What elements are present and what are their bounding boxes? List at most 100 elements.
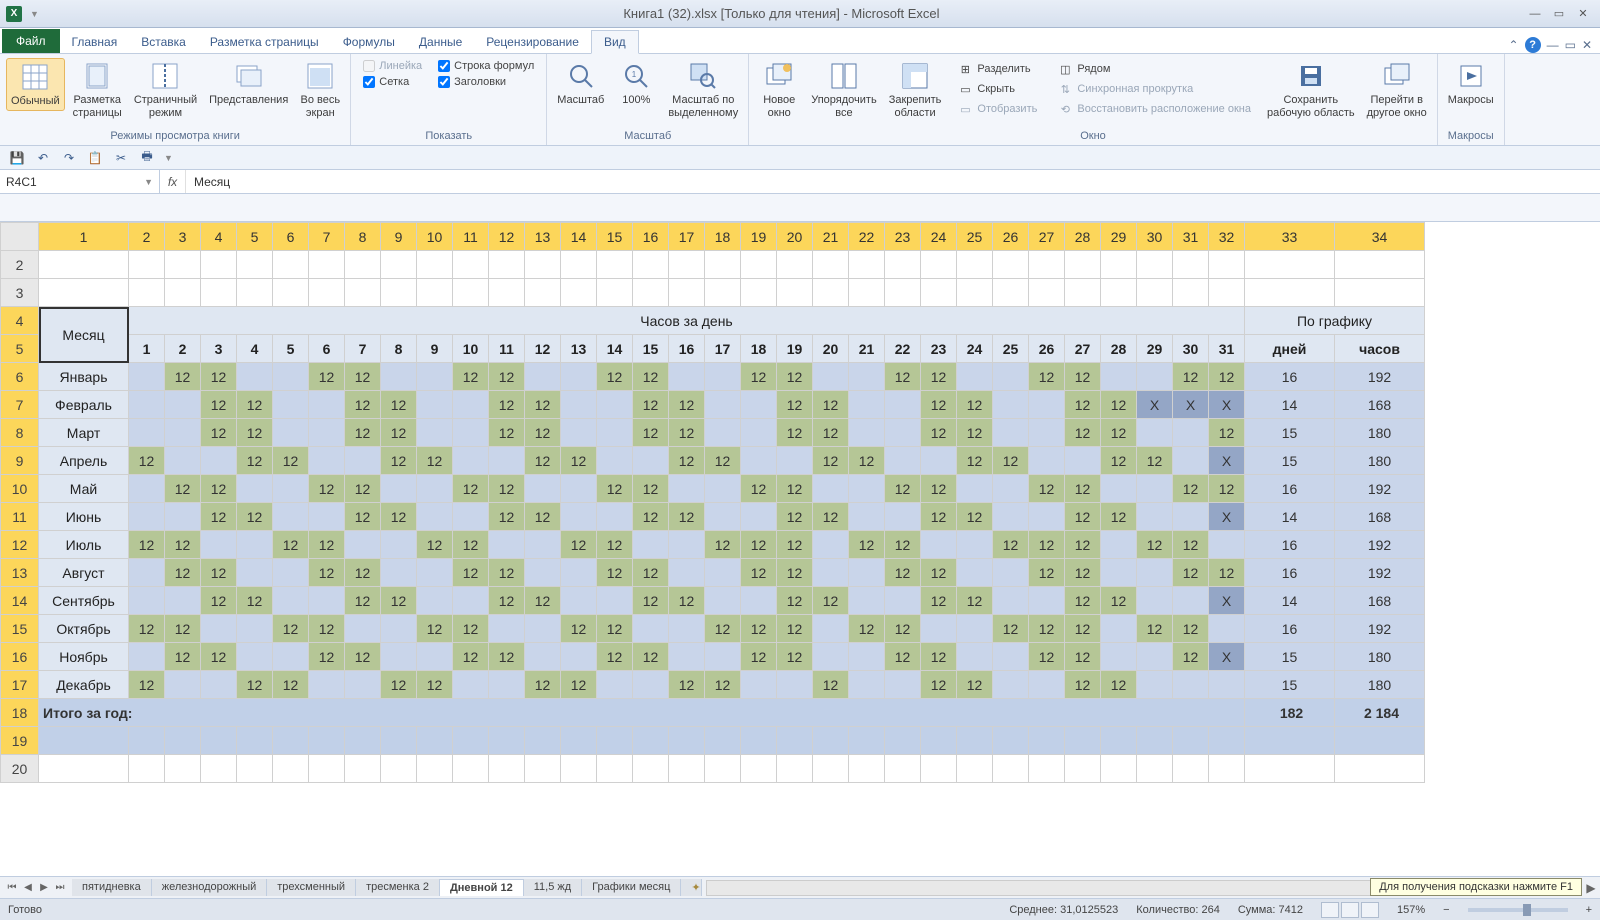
- data-cell[interactable]: 12: [489, 559, 525, 587]
- data-cell[interactable]: 12: [1065, 363, 1101, 391]
- data-cell[interactable]: 12: [921, 363, 957, 391]
- data-cell[interactable]: [1137, 643, 1173, 671]
- cell[interactable]: [1065, 727, 1101, 755]
- data-cell[interactable]: 12: [957, 447, 993, 475]
- data-cell[interactable]: [597, 391, 633, 419]
- data-cell[interactable]: [669, 475, 705, 503]
- data-cell[interactable]: [273, 559, 309, 587]
- col-header[interactable]: 31: [1173, 223, 1209, 251]
- data-cell[interactable]: 12: [309, 531, 345, 559]
- data-cell[interactable]: 12: [1029, 559, 1065, 587]
- row-header[interactable]: 14: [1, 587, 39, 615]
- data-cell[interactable]: [921, 531, 957, 559]
- data-cell[interactable]: 12: [885, 559, 921, 587]
- data-cell[interactable]: [561, 503, 597, 531]
- col-header[interactable]: 32: [1209, 223, 1245, 251]
- data-cell[interactable]: 12: [1101, 671, 1137, 699]
- data-cell[interactable]: 12: [813, 391, 849, 419]
- save-icon[interactable]: 💾: [8, 149, 26, 167]
- cell[interactable]: [489, 755, 525, 783]
- data-cell[interactable]: [237, 559, 273, 587]
- cell[interactable]: [813, 755, 849, 783]
- day-header[interactable]: 27: [1065, 335, 1101, 363]
- data-cell[interactable]: [417, 503, 453, 531]
- day-header[interactable]: 3: [201, 335, 237, 363]
- data-cell[interactable]: 12: [633, 559, 669, 587]
- hours-per-day-header[interactable]: Часов за день: [129, 307, 1245, 335]
- cell[interactable]: [1137, 755, 1173, 783]
- days-label-cell[interactable]: дней: [1245, 335, 1335, 363]
- data-cell[interactable]: [561, 391, 597, 419]
- row-header[interactable]: 9: [1, 447, 39, 475]
- data-cell[interactable]: 12: [1101, 503, 1137, 531]
- data-cell[interactable]: [561, 643, 597, 671]
- data-cell[interactable]: 12: [1029, 475, 1065, 503]
- data-cell[interactable]: [777, 447, 813, 475]
- arrange-all-button[interactable]: Упорядочить все: [807, 58, 880, 121]
- col-header[interactable]: 3: [165, 223, 201, 251]
- day-header[interactable]: 29: [1137, 335, 1173, 363]
- data-cell[interactable]: 12: [201, 475, 237, 503]
- view-mode-buttons[interactable]: [1321, 902, 1379, 918]
- col-header[interactable]: 27: [1029, 223, 1065, 251]
- day-header[interactable]: 15: [633, 335, 669, 363]
- data-cell[interactable]: 12: [525, 671, 561, 699]
- data-cell[interactable]: [525, 531, 561, 559]
- data-cell[interactable]: [417, 391, 453, 419]
- data-cell[interactable]: 12: [957, 419, 993, 447]
- cell[interactable]: [1101, 251, 1137, 279]
- data-cell[interactable]: 12: [633, 643, 669, 671]
- row-header[interactable]: 18: [1, 699, 39, 727]
- col-header[interactable]: 6: [273, 223, 309, 251]
- cell[interactable]: [345, 251, 381, 279]
- sheet-tab[interactable]: 11,5 жд: [524, 879, 582, 896]
- cell[interactable]: [201, 727, 237, 755]
- cell[interactable]: [921, 251, 957, 279]
- days-total-cell[interactable]: 15: [1245, 643, 1335, 671]
- data-cell[interactable]: [165, 503, 201, 531]
- col-header[interactable]: 17: [669, 223, 705, 251]
- row-header[interactable]: 16: [1, 643, 39, 671]
- col-header[interactable]: 33: [1245, 223, 1335, 251]
- cell[interactable]: [309, 251, 345, 279]
- data-cell[interactable]: 12: [813, 503, 849, 531]
- days-total-cell[interactable]: 14: [1245, 391, 1335, 419]
- day-header[interactable]: 22: [885, 335, 921, 363]
- cell[interactable]: [489, 279, 525, 307]
- data-cell[interactable]: [705, 391, 741, 419]
- data-cell[interactable]: [525, 615, 561, 643]
- data-cell[interactable]: [597, 503, 633, 531]
- cell[interactable]: [309, 727, 345, 755]
- cell[interactable]: [345, 755, 381, 783]
- data-cell[interactable]: [1101, 615, 1137, 643]
- data-cell[interactable]: 12: [453, 643, 489, 671]
- data-cell[interactable]: [1173, 447, 1209, 475]
- cell[interactable]: [1335, 755, 1425, 783]
- data-cell[interactable]: [633, 531, 669, 559]
- data-cell[interactable]: [1101, 531, 1137, 559]
- col-header[interactable]: 2: [129, 223, 165, 251]
- data-cell[interactable]: [381, 531, 417, 559]
- data-cell[interactable]: 12: [201, 559, 237, 587]
- data-cell[interactable]: [993, 643, 1029, 671]
- cell[interactable]: [777, 755, 813, 783]
- cell[interactable]: [1137, 279, 1173, 307]
- data-cell[interactable]: 12: [993, 447, 1029, 475]
- cell[interactable]: [453, 251, 489, 279]
- data-cell[interactable]: [1029, 503, 1065, 531]
- data-cell[interactable]: [309, 671, 345, 699]
- cell[interactable]: [129, 251, 165, 279]
- view-break-icon[interactable]: [1361, 902, 1379, 918]
- data-cell[interactable]: [453, 391, 489, 419]
- cell[interactable]: [237, 279, 273, 307]
- data-cell[interactable]: [345, 671, 381, 699]
- days-total-cell[interactable]: 16: [1245, 615, 1335, 643]
- month-header-cell[interactable]: Месяц: [39, 307, 129, 363]
- cell[interactable]: [1209, 279, 1245, 307]
- data-cell[interactable]: 12: [777, 503, 813, 531]
- data-cell[interactable]: 12: [597, 643, 633, 671]
- day-header[interactable]: 8: [381, 335, 417, 363]
- data-cell[interactable]: 12: [525, 587, 561, 615]
- data-cell[interactable]: 12: [345, 503, 381, 531]
- data-cell[interactable]: [705, 643, 741, 671]
